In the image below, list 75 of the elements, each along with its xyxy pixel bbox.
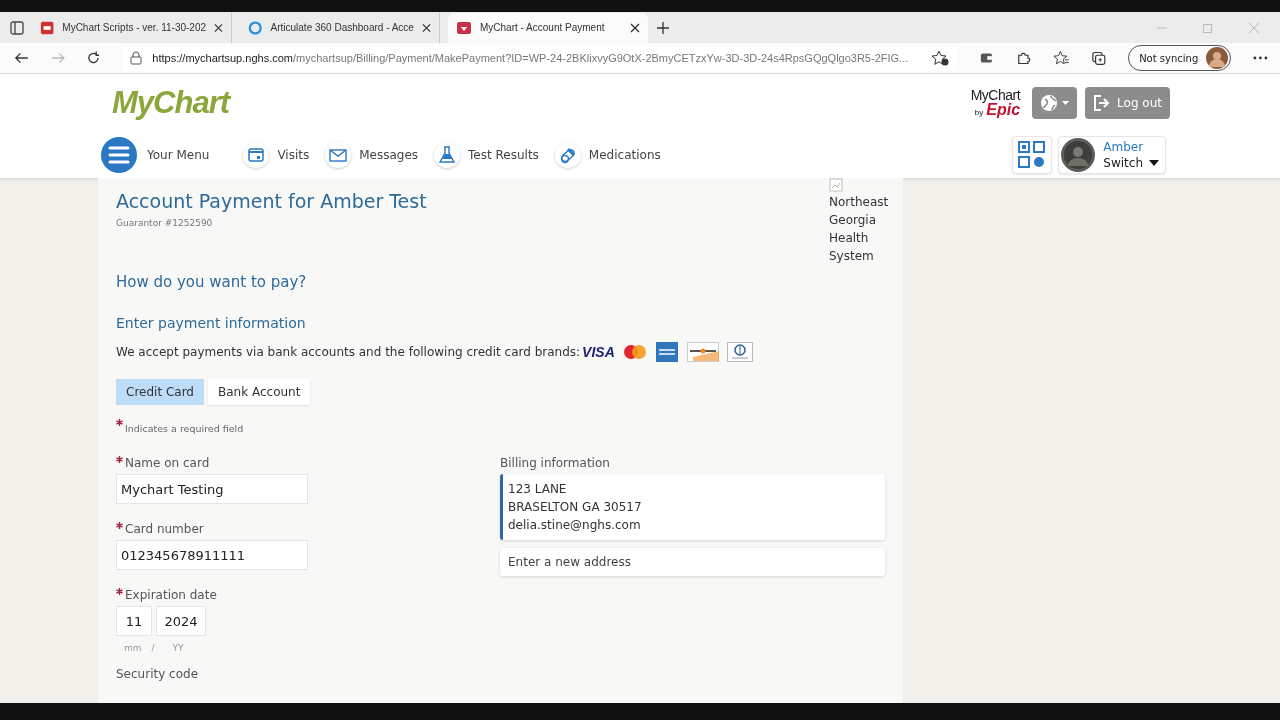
section-heading: How do you want to pay? <box>116 273 308 291</box>
mastercard-icon <box>622 344 647 360</box>
text-field[interactable]: 012345678911111 <box>116 540 308 570</box>
menu-icon <box>101 137 137 173</box>
collections-icon[interactable] <box>1091 50 1107 66</box>
field-label: Security code <box>116 667 200 681</box>
caret-icon <box>1149 160 1159 166</box>
globe-icon <box>1040 94 1059 112</box>
year-hint: YY <box>172 643 184 653</box>
image-alt-text: Northeast Georgia Health System <box>829 194 890 265</box>
page-title: Account Payment for Amber Test <box>116 190 427 212</box>
qr-code-icon <box>1017 140 1048 170</box>
year-field[interactable]: 2024 <box>156 606 206 636</box>
browser-tab[interactable]: MyChart - Account Payment <box>448 12 648 43</box>
mychart-epic-logo: MyChart by Epic <box>970 88 1021 118</box>
browser-tab[interactable]: Articulate 360 Dashboard - Acce <box>240 12 440 43</box>
lock-icon <box>130 51 143 65</box>
payment-method-tab[interactable]: Credit Card <box>116 379 204 405</box>
menu-button[interactable]: Your Menu <box>101 137 210 173</box>
text-field[interactable]: Mychart Testing <box>116 474 308 504</box>
address-line: BRASELTON GA 30517 <box>508 499 643 516</box>
favorites-icon[interactable] <box>1052 50 1070 66</box>
section-heading: Enter payment information <box>116 315 307 331</box>
address-line: delia.stine@nghs.com <box>508 517 642 534</box>
avatar-icon <box>1061 138 1096 172</box>
tab-actions-icon[interactable] <box>10 20 24 35</box>
month-hint: mm <box>124 643 142 653</box>
date-separator: / <box>151 643 155 653</box>
user-name: Amber <box>1103 139 1145 155</box>
logout-icon <box>1093 94 1112 112</box>
close-icon[interactable] <box>421 22 431 33</box>
payment-method-tab[interactable]: Bank Account <box>208 379 311 405</box>
accept-text: We accept payments via bank accounts and the following credit card brands: <box>116 345 581 359</box>
refresh-icon[interactable] <box>87 51 101 65</box>
document-icon <box>40 19 55 36</box>
back-icon[interactable] <box>14 51 29 65</box>
amex-card-icon <box>654 341 679 363</box>
asterisk-icon <box>116 419 123 426</box>
month-field[interactable]: 11 <box>116 606 152 636</box>
favorite-add-icon[interactable] <box>931 50 950 66</box>
address-card[interactable]: 123 LANE BRASELTON GA 30517 delia.stine@nghs.com <box>500 474 885 540</box>
switch-label: Switch <box>1103 155 1143 171</box>
new-address-button[interactable]: Enter a new address <box>500 548 885 576</box>
browser-tab[interactable]: MyChart Scripts - ver. 11-30-202 <box>32 12 232 43</box>
qr-code-button[interactable] <box>1012 136 1053 174</box>
tab-title: MyChart Scripts - ver. 11-30-202 <box>62 22 207 33</box>
more-icon[interactable] <box>1253 56 1268 60</box>
new-tab-icon[interactable] <box>656 20 670 35</box>
user-switch-button[interactable]: Amber Switch <box>1058 136 1166 174</box>
nav-link[interactable]: Medications <box>554 142 661 168</box>
nav-link[interactable]: Test Results <box>434 142 539 168</box>
nav-link[interactable]: Visits <box>243 142 310 168</box>
field-label: Billing information <box>500 456 611 470</box>
field-label: Card number <box>125 522 204 536</box>
guarantor-number: Guarantor #1252590 <box>116 218 214 228</box>
circle-icon <box>248 19 263 36</box>
caret-icon <box>1062 101 1070 105</box>
avatar-icon <box>1206 47 1229 69</box>
tab-title: Articulate 360 Dashboard - Acce <box>270 22 414 33</box>
field-label: Expiration date <box>125 588 217 602</box>
address-field[interactable]: https://mychartsup.nghs.com/mychartsup/Billing/Payment/MakePayment?ID=WP-24-2BKlixvyG9OtX-2BmyCETzxYw-3D-3D-24s4RpsGQgQlgo3R5-2FIG... <box>122 45 958 71</box>
puzzle-icon[interactable] <box>1016 50 1031 66</box>
required-field-note: Indicates a required field <box>125 423 244 434</box>
tab-title: MyChart - Account Payment <box>480 22 606 33</box>
nav-link[interactable]: Messages <box>325 142 419 168</box>
visa-logo: VISA <box>582 344 615 360</box>
close-icon[interactable] <box>214 22 223 33</box>
discover-card-icon <box>686 342 719 362</box>
mychart-icon <box>456 19 472 36</box>
close-icon[interactable] <box>630 22 640 33</box>
language-button[interactable] <box>1032 87 1078 119</box>
diners-card-icon <box>726 342 753 362</box>
url-text: https://mychartsup.nghs.com/mychartsup/Billing/Payment/MakePayment?ID=WP-24-2BKlixvyG9OtX-2BmyCETzxYw-3D-3D-24s4RpsGQgQlgo3R5-2FIG... <box>152 52 910 64</box>
field-label: Name on card <box>125 456 210 470</box>
address-line: 123 LANE <box>508 481 568 498</box>
